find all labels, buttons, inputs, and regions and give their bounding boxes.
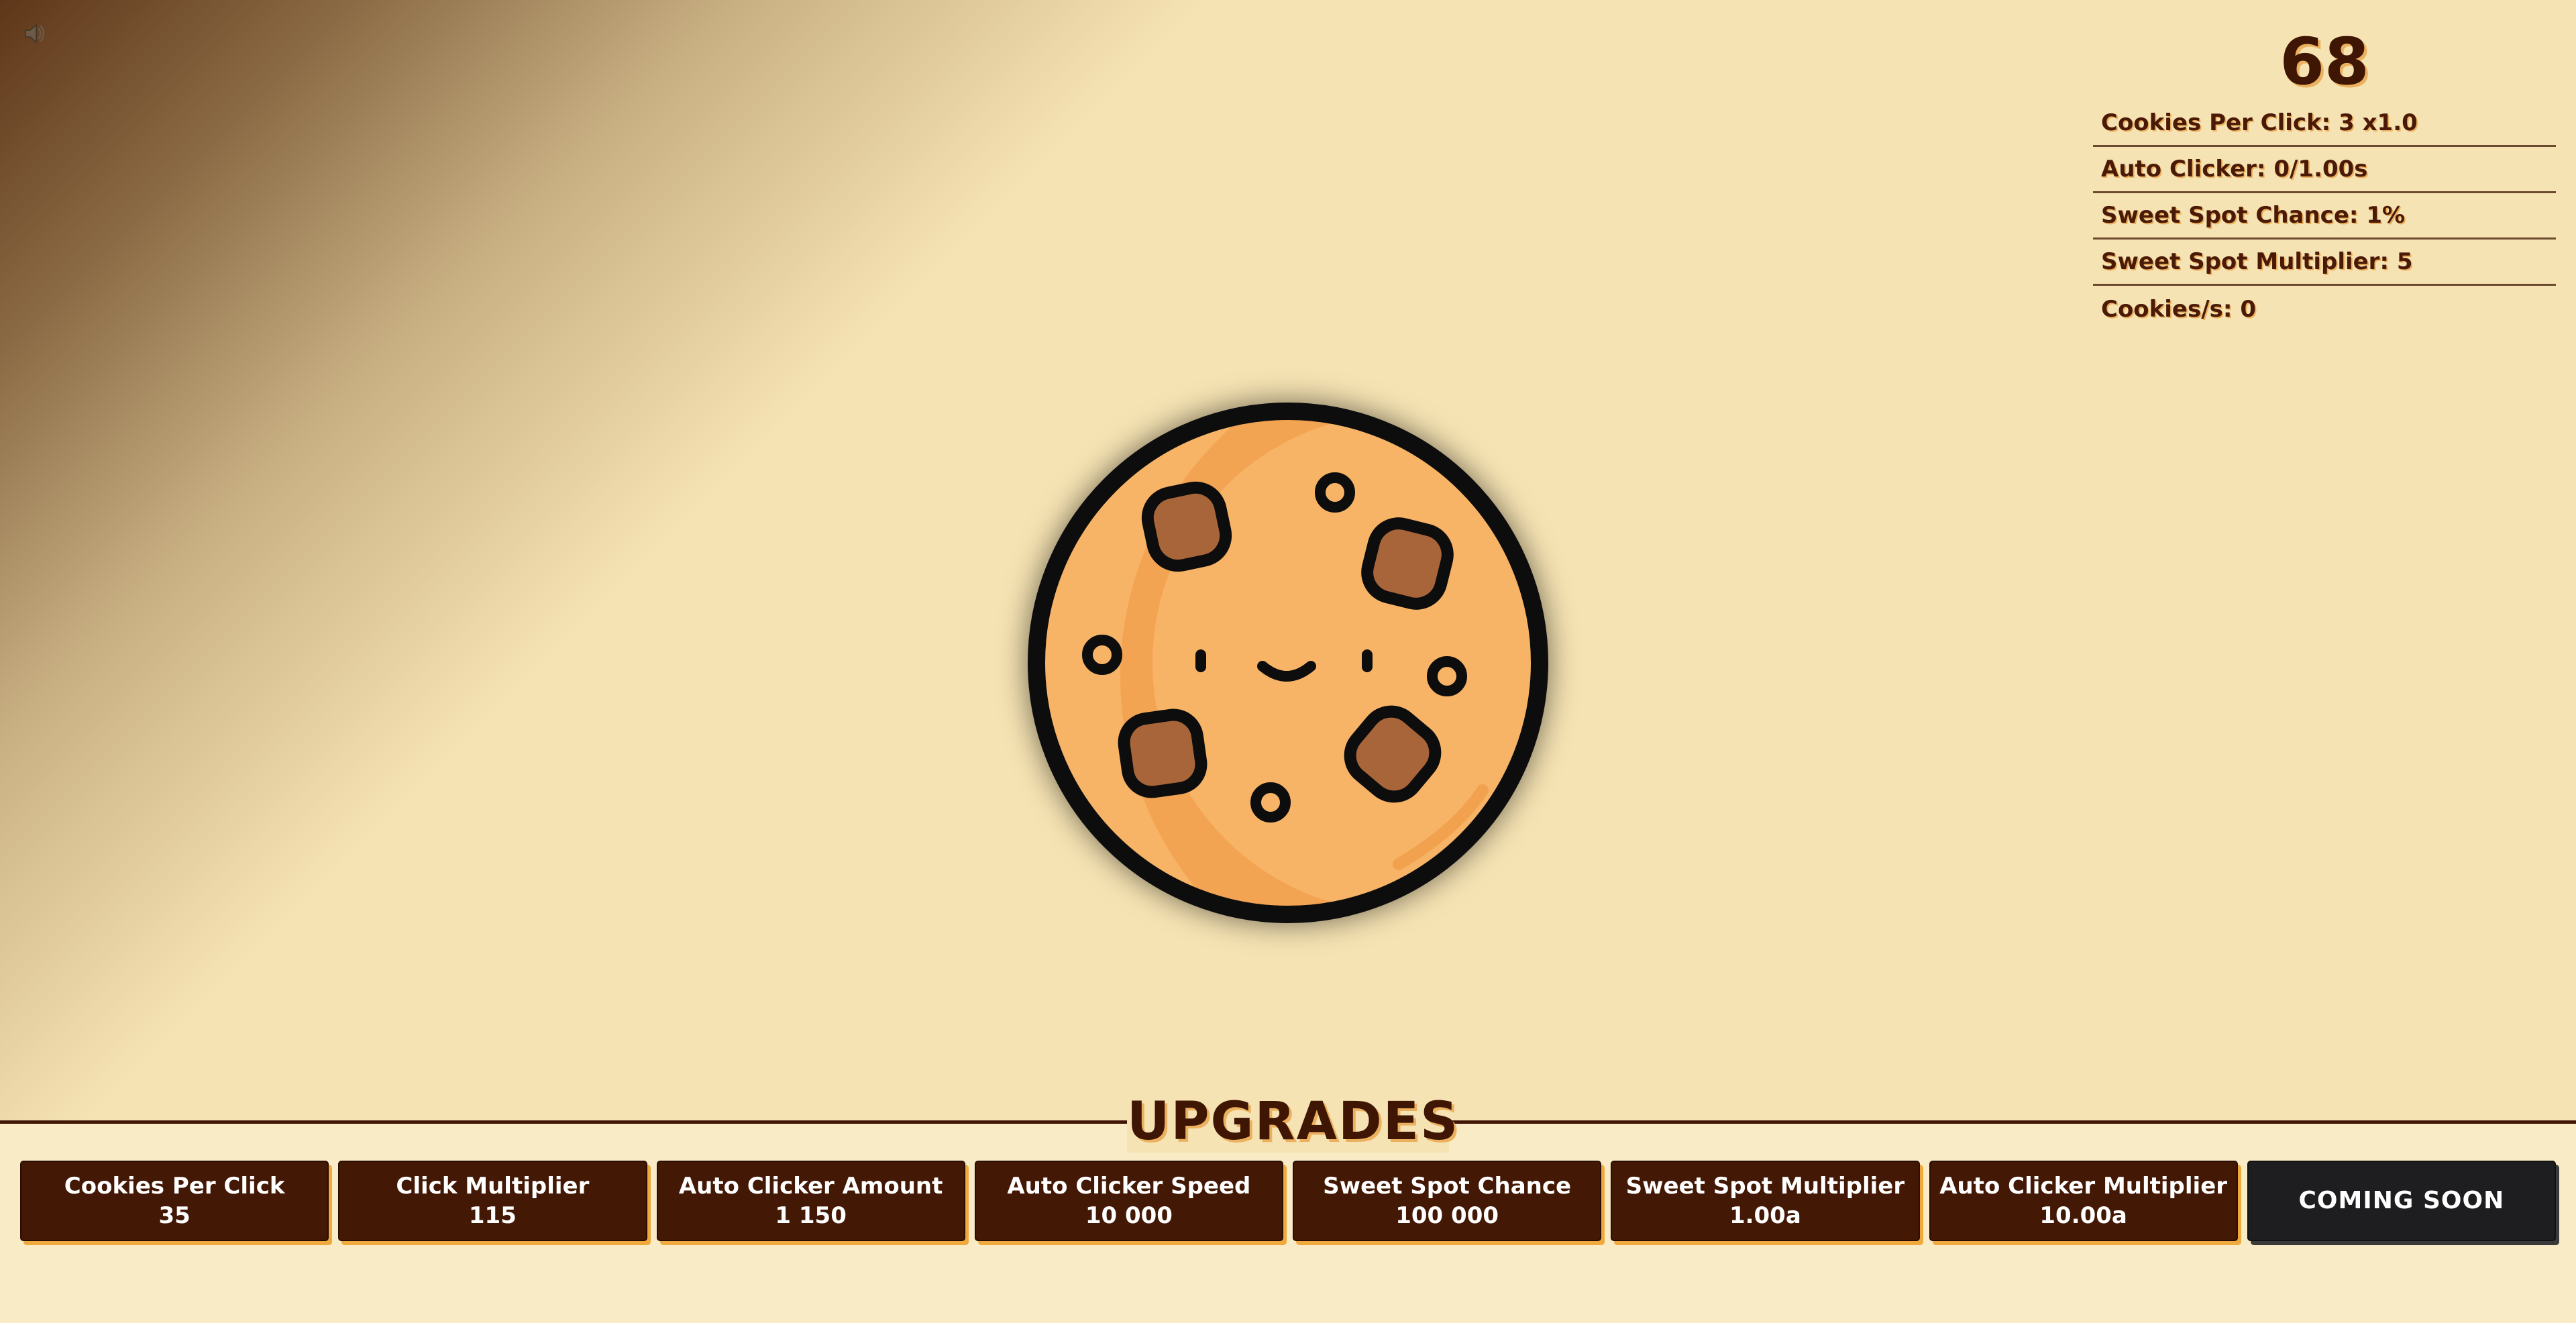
upgrade-name: Auto Clicker Speed xyxy=(1007,1173,1251,1200)
upgrade-auto-clicker-multiplier-button[interactable]: Auto Clicker Multiplier 10.00a xyxy=(1929,1161,2238,1241)
upgrade-name: Sweet Spot Multiplier xyxy=(1625,1173,1905,1200)
cookie-button[interactable] xyxy=(1026,401,1550,924)
upgrade-cookies-per-click-button[interactable]: Cookies Per Click 35 xyxy=(20,1161,329,1241)
stat-auto-clicker: Auto Clicker: 0/1.00s xyxy=(2093,147,2556,193)
upgrade-name: Click Multiplier xyxy=(396,1173,590,1200)
upgrade-name: Auto Clicker Amount xyxy=(678,1173,943,1200)
stat-cookies-per-second: Cookies/s: 0 xyxy=(2101,295,2256,323)
stat-sweet-spot-multiplier: Sweet Spot Multiplier: 5 xyxy=(2093,240,2556,286)
upgrade-list: Cookies Per Click 35 Click Multiplier 11… xyxy=(20,1161,2556,1245)
stat-sweet-spot-chance: Sweet Spot Chance: 1% xyxy=(2093,193,2556,240)
upgrade-click-multiplier-button[interactable]: Click Multiplier 115 xyxy=(338,1161,647,1241)
coming-soon-button: COMING SOON xyxy=(2247,1161,2556,1241)
stat-cookies-per-click: Cookies Per Click: 3 x1.0 xyxy=(2093,101,2556,147)
upgrade-cost: 100 000 xyxy=(1395,1202,1499,1229)
upgrade-auto-clicker-speed-button[interactable]: Auto Clicker Speed 10 000 xyxy=(974,1161,1283,1241)
upgrade-cost: 10.00a xyxy=(2039,1202,2127,1229)
upgrade-cost: 115 xyxy=(468,1202,517,1229)
upgrade-sweet-spot-chance-button[interactable]: Sweet Spot Chance 100 000 xyxy=(1293,1161,1602,1241)
sound-toggle-button[interactable] xyxy=(20,20,50,50)
cookie-icon xyxy=(1028,403,1548,923)
upgrades-title: UPGRADES xyxy=(1127,1091,1460,1153)
upgrade-name: Cookies Per Click xyxy=(64,1173,285,1200)
cookie-count: 68 xyxy=(2279,24,2369,99)
stats-panel: 68 Cookies Per Click: 3 x1.0 Auto Clicke… xyxy=(2093,27,2556,332)
upgrade-cost: 1 150 xyxy=(775,1202,847,1229)
coming-soon-label: COMING SOON xyxy=(2298,1187,2505,1214)
upgrade-sweet-spot-multiplier-button[interactable]: Sweet Spot Multiplier 1.00a xyxy=(1611,1161,1920,1241)
upgrade-cost: 35 xyxy=(158,1202,191,1229)
upgrade-name: Auto Clicker Multiplier xyxy=(1939,1173,2228,1200)
upgrade-cost: 1.00a xyxy=(1729,1202,1801,1229)
upgrade-name: Sweet Spot Chance xyxy=(1323,1173,1572,1200)
speaker-icon xyxy=(21,20,48,50)
upgrade-cost: 10 000 xyxy=(1085,1202,1173,1229)
upgrade-auto-clicker-amount-button[interactable]: Auto Clicker Amount 1 150 xyxy=(656,1161,965,1241)
